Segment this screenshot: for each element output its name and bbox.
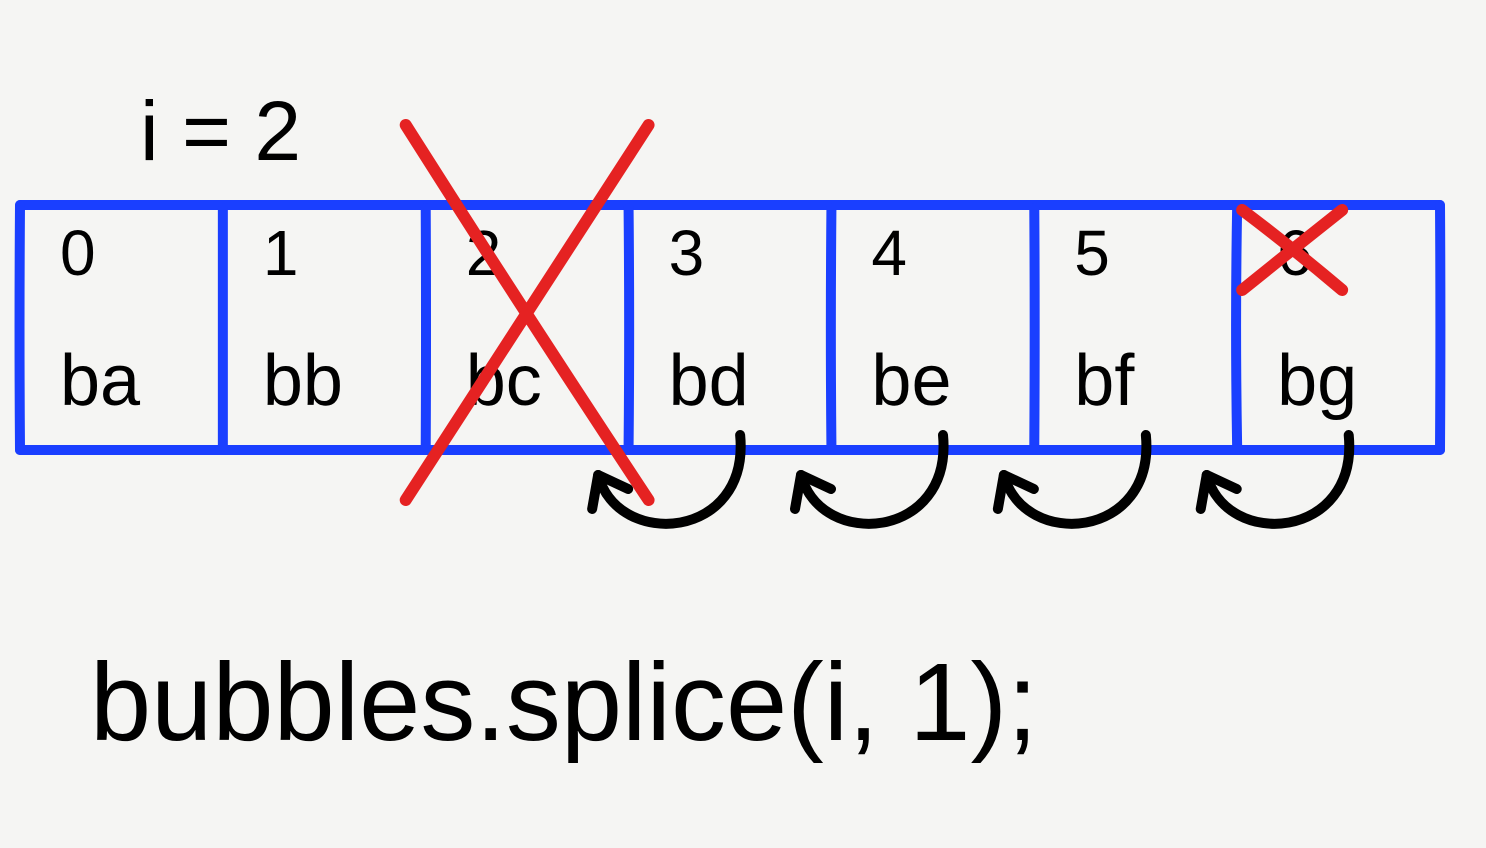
- cell-value: bd: [669, 341, 749, 421]
- array-border-bottom: [20, 450, 1440, 451]
- array-divider: [629, 208, 630, 447]
- splice-diagram: i = 2 0ba1bb2bc3bd4be5bf6bg bubbles.spli…: [0, 0, 1486, 848]
- code-line: bubbles.splice(i, 1);: [90, 641, 1038, 764]
- cell-index: 0: [60, 217, 96, 289]
- cell-value: bg: [1277, 341, 1357, 421]
- cell-value: be: [871, 341, 951, 421]
- array-divider: [1236, 208, 1237, 447]
- cell-value: bb: [263, 341, 343, 421]
- cell-index: 4: [871, 217, 907, 289]
- array-divider: [831, 208, 832, 447]
- cell-index: 5: [1074, 217, 1110, 289]
- variable-assignment: i = 2: [140, 84, 301, 178]
- cell-index: 3: [669, 217, 705, 289]
- cell-value: bf: [1074, 341, 1135, 421]
- cell-index: 1: [263, 217, 299, 289]
- cell-value: ba: [60, 341, 141, 421]
